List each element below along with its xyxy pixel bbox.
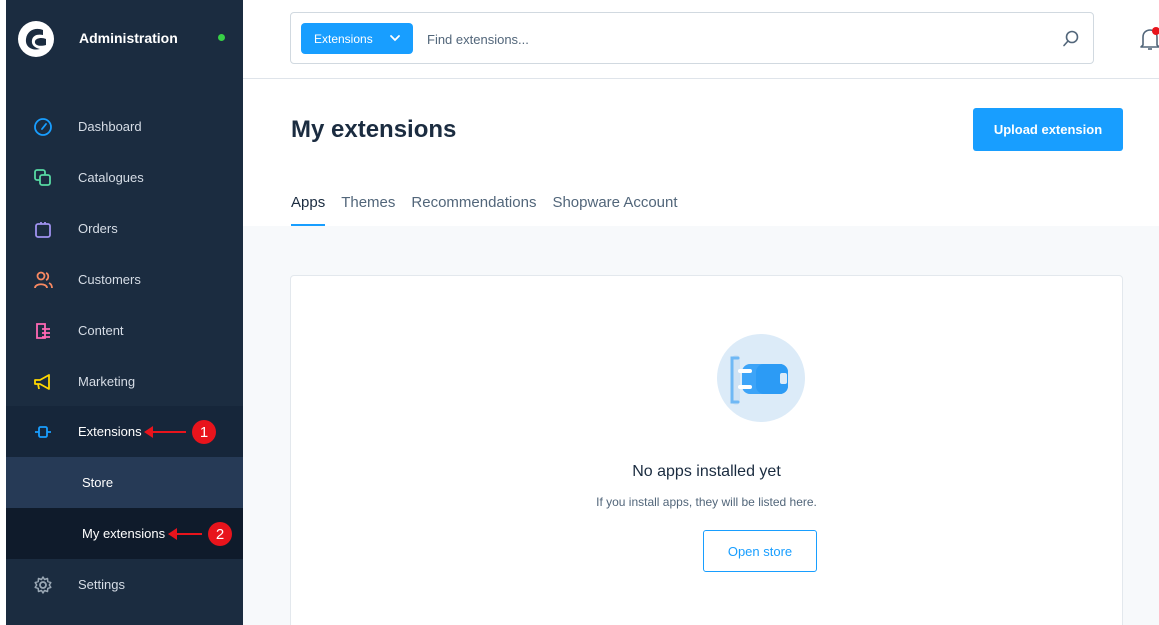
sidebar-item-dashboard[interactable]: Dashboard xyxy=(6,101,243,152)
sidebar-item-marketing[interactable]: Marketing xyxy=(6,356,243,407)
status-indicator xyxy=(218,34,225,41)
annotation-arrow-1: 1 xyxy=(144,420,216,444)
sidebar-subitem-my-extensions[interactable]: My extensions 2 xyxy=(6,508,243,559)
open-store-button[interactable]: Open store xyxy=(703,530,817,572)
content-icon xyxy=(33,321,53,341)
sidebar-subitem-label: Store xyxy=(82,475,114,490)
top-bar: Extensions xyxy=(243,0,1159,79)
sidebar-item-catalogues[interactable]: Catalogues xyxy=(6,152,243,203)
content-body: No apps installed yet If you install app… xyxy=(243,226,1159,625)
plug-icon xyxy=(33,422,53,442)
gauge-icon xyxy=(33,117,53,137)
catalogue-icon xyxy=(33,168,53,188)
search-input[interactable] xyxy=(427,28,1027,50)
sidebar-title: Administration xyxy=(79,30,178,46)
notification-bell-icon[interactable] xyxy=(1138,26,1159,52)
tab-themes[interactable]: Themes xyxy=(341,194,395,226)
plug-illustration-icon xyxy=(717,334,805,422)
chevron-down-icon xyxy=(390,35,400,42)
sidebar-subitem-label: My extensions xyxy=(82,526,166,541)
shopware-logo-icon[interactable] xyxy=(16,19,56,59)
upload-extension-button[interactable]: Upload extension xyxy=(973,108,1123,151)
sidebar-item-content[interactable]: Content xyxy=(6,305,243,356)
sidebar-item-label: Settings xyxy=(78,577,125,592)
main-content: My extensions Upload extension Apps Them… xyxy=(243,80,1159,625)
empty-state-card: No apps installed yet If you install app… xyxy=(290,275,1123,625)
tab-recommendations[interactable]: Recommendations xyxy=(411,194,536,226)
search-scope-label: Extensions xyxy=(314,31,373,46)
sidebar-item-label: Extensions xyxy=(78,424,142,439)
sidebar-item-customers[interactable]: Customers xyxy=(6,254,243,305)
annotation-arrow-2: 2 xyxy=(168,522,232,546)
sidebar-item-label: Marketing xyxy=(78,374,136,389)
sidebar-item-label: Customers xyxy=(78,272,141,287)
annotation-badge: 2 xyxy=(208,522,232,546)
sidebar-item-label: Content xyxy=(78,323,124,338)
sidebar-item-orders[interactable]: Orders xyxy=(6,203,243,254)
sidebar-item-label: Dashboard xyxy=(78,119,142,134)
users-icon xyxy=(33,270,53,290)
search-icon[interactable] xyxy=(1061,29,1081,49)
sidebar-item-extensions[interactable]: Extensions 1 xyxy=(6,406,243,457)
shopping-bag-icon xyxy=(33,219,53,239)
gear-icon xyxy=(33,575,53,595)
sidebar-header: Administration xyxy=(6,0,243,82)
annotation-badge: 1 xyxy=(192,420,216,444)
tab-shopware-account[interactable]: Shopware Account xyxy=(552,194,677,226)
tab-apps[interactable]: Apps xyxy=(291,194,326,226)
annotation-arrow-line xyxy=(168,528,202,540)
sidebar-item-label: Orders xyxy=(78,221,118,236)
sidebar-item-label: Catalogues xyxy=(78,170,144,185)
page-title: My extensions xyxy=(291,116,457,143)
empty-state-subtitle: If you install apps, they will be listed… xyxy=(596,495,817,509)
megaphone-icon xyxy=(33,372,53,392)
tab-bar: Apps Themes Recommendations Shopware Acc… xyxy=(291,194,694,226)
search-scope-select[interactable]: Extensions xyxy=(301,23,413,54)
annotation-arrow-line xyxy=(144,426,186,438)
sidebar-item-settings[interactable]: Settings xyxy=(6,559,243,610)
sidebar-subitem-store[interactable]: Store xyxy=(6,457,243,508)
app-root: Administration Dashboard Catalogues Orde… xyxy=(0,0,1159,625)
empty-state-title: No apps installed yet xyxy=(632,463,781,480)
sidebar: Administration Dashboard Catalogues Orde… xyxy=(6,0,243,625)
search-bar: Extensions xyxy=(290,12,1094,64)
